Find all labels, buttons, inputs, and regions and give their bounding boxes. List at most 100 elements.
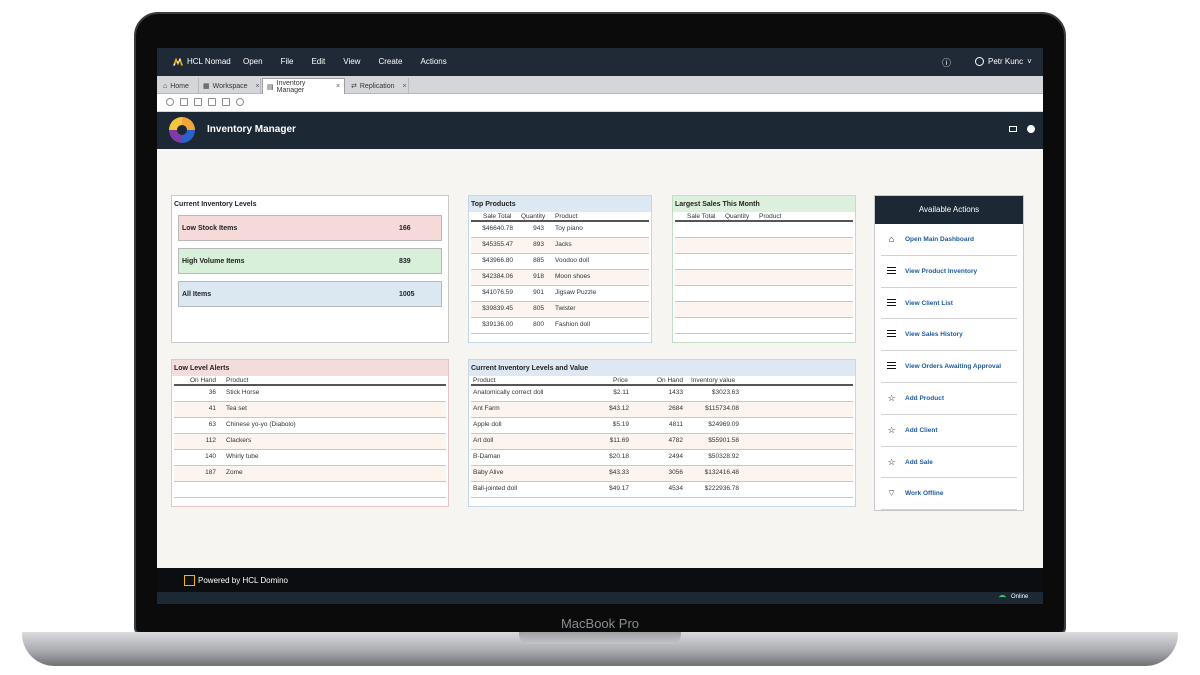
share-icon[interactable] xyxy=(222,98,230,106)
kpi-low-stock[interactable]: Low Stock Items 166 xyxy=(178,215,442,241)
kpi-all-items[interactable]: All Items 1005 xyxy=(178,281,442,307)
table-row[interactable]: $46640.78 943 Toy piano xyxy=(471,222,649,238)
action-view-orders-awaiting-approval[interactable]: View Orders Awaiting Approval xyxy=(881,351,1017,383)
table-row[interactable] xyxy=(174,482,446,498)
column-header[interactable]: Sale Total xyxy=(483,213,511,220)
action-label: View Client List xyxy=(905,299,953,307)
table-row[interactable]: Apple doll $5.19 4811 $24969.09 xyxy=(471,418,853,434)
table-row[interactable] xyxy=(675,302,853,318)
action-open-main-dashboard[interactable]: ⌂ Open Main Dashboard xyxy=(881,224,1017,256)
tab-replication[interactable]: ⇄ Replication × xyxy=(347,78,409,94)
tab-label: Inventory Manager xyxy=(276,79,306,94)
column-header[interactable]: Product xyxy=(473,377,495,384)
table-cell: Baby Alive xyxy=(473,469,504,476)
table-row[interactable]: Baby Alive $43.33 3056 $132416.48 xyxy=(471,466,853,482)
table-row[interactable]: Anatomically correct doll $2.11 1433 $3023.… xyxy=(471,386,853,402)
table-row[interactable]: Art doll $11.69 4782 $55901.58 xyxy=(471,434,853,450)
menu-create[interactable]: Create xyxy=(378,57,402,66)
table-cell: Zome xyxy=(226,469,243,476)
table-cell: $5.19 xyxy=(612,421,629,428)
table-row[interactable]: Ant Farm $43.12 2684 $115734.08 xyxy=(471,402,853,418)
table-row[interactable] xyxy=(675,254,853,270)
column-header[interactable]: On Hand xyxy=(657,377,683,384)
low-level-alerts-card: Low Level Alerts On Hand Product 36 Stick… xyxy=(171,359,449,507)
table-row[interactable]: $41076.59 901 Jigsaw Puzzle xyxy=(471,286,649,302)
tab-inventory-manager[interactable]: ▤ Inventory Manager × xyxy=(262,78,345,94)
action-work-offline[interactable]: ⌔ Work Offline xyxy=(881,478,1017,511)
action-add-sale[interactable]: ☆ Add Sale xyxy=(881,447,1017,479)
comment-icon[interactable] xyxy=(208,98,216,106)
table-row[interactable] xyxy=(675,270,853,286)
main-menu: Open File Edit View Create Actions xyxy=(243,57,465,66)
connection-status[interactable]: Online xyxy=(999,594,1028,600)
table-cell: $2.11 xyxy=(613,389,629,396)
table-row[interactable]: 63 Chinese yo-yo (Diabolo) xyxy=(174,418,446,434)
table-row[interactable]: $39136.00 800 Fashion doll xyxy=(471,318,649,334)
column-header[interactable]: Product xyxy=(759,213,781,220)
tab-home[interactable]: ⌂ Home xyxy=(159,78,199,94)
table-row[interactable]: 41 Tea set xyxy=(174,402,446,418)
action-view-sales-history[interactable]: View Sales History xyxy=(881,319,1017,352)
column-header[interactable]: Sale Total xyxy=(687,213,715,220)
search-icon[interactable] xyxy=(166,98,174,106)
refresh-icon[interactable] xyxy=(236,98,244,106)
action-add-client[interactable]: ☆ Add Client xyxy=(881,415,1017,447)
inventory-header: Inventory Manager xyxy=(157,112,1043,149)
brand[interactable]: HCL Nomad xyxy=(173,57,231,66)
menu-edit[interactable]: Edit xyxy=(311,57,325,66)
column-header[interactable]: Product xyxy=(555,213,577,220)
column-header[interactable]: On Hand xyxy=(190,377,216,384)
table-row[interactable] xyxy=(675,222,853,238)
table-row[interactable]: Ball-jointed doll $49.17 4534 $222936.78 xyxy=(471,482,853,498)
table-cell: $41076.59 xyxy=(482,289,513,296)
kpi-high-volume[interactable]: High Volume Items 839 xyxy=(178,248,442,274)
table-row[interactable] xyxy=(675,286,853,302)
table-row[interactable] xyxy=(675,318,853,334)
action-view-product-inventory[interactable]: View Product Inventory xyxy=(881,256,1017,288)
menu-view[interactable]: View xyxy=(343,57,360,66)
action-view-client-list[interactable]: View Client List xyxy=(881,288,1017,320)
menu-file[interactable]: File xyxy=(281,57,294,66)
tab-workspace[interactable]: ▦ Workspace × xyxy=(199,78,261,94)
close-icon[interactable]: × xyxy=(403,83,407,90)
table-cell: Voodoo doll xyxy=(555,257,589,264)
table-cell: B-Daman xyxy=(473,453,501,460)
database-icon: ▤ xyxy=(267,83,274,91)
table-row[interactable]: 140 Whirly tube xyxy=(174,450,446,466)
action-label: Add Sale xyxy=(905,458,933,466)
current-inventory-card: Current Inventory Levels Low Stock Items… xyxy=(171,195,449,343)
close-icon[interactable]: × xyxy=(336,83,340,90)
help-icon[interactable]: ⓘ xyxy=(942,56,951,69)
footer: Powered by HCL Domino xyxy=(157,568,1043,592)
table-row[interactable]: $42384.06 918 Moon shoes xyxy=(471,270,649,286)
column-header[interactable]: Quantity xyxy=(725,213,749,220)
mail-icon[interactable] xyxy=(1009,126,1017,132)
table-row[interactable]: $39839.45 805 Twister xyxy=(471,302,649,318)
wifi-icon xyxy=(999,594,1006,600)
column-header[interactable]: Inventory value xyxy=(691,377,735,384)
column-header[interactable]: Quantity xyxy=(521,213,545,220)
table-row[interactable] xyxy=(675,238,853,254)
edit-doc-icon[interactable] xyxy=(194,98,202,106)
table-row[interactable]: B-Daman $20.18 2494 $50328.92 xyxy=(471,450,853,466)
new-doc-icon[interactable] xyxy=(180,98,188,106)
table-cell: 140 xyxy=(205,453,216,460)
close-icon[interactable]: × xyxy=(256,83,260,90)
column-header[interactable]: Product xyxy=(226,377,248,384)
menu-actions[interactable]: Actions xyxy=(420,57,446,66)
account-icon[interactable] xyxy=(1027,125,1035,133)
top-products-card: Top Products Sale Total Quantity Product… xyxy=(468,195,652,343)
table-cell: Apple doll xyxy=(473,421,502,428)
table-row[interactable]: 187 Zome xyxy=(174,466,446,482)
card-title: Current Inventory Levels xyxy=(174,201,257,208)
app-screen: HCL Nomad Open File Edit View Create Act… xyxy=(157,48,1043,604)
table-row[interactable]: $45355.47 893 Jacks xyxy=(471,238,649,254)
table-row[interactable]: 112 Clackers xyxy=(174,434,446,450)
action-add-product[interactable]: ☆ Add Product xyxy=(881,383,1017,415)
tab-label: Replication xyxy=(359,82,395,90)
column-header[interactable]: Price xyxy=(613,377,628,384)
table-row[interactable]: 36 Stick Horse xyxy=(174,386,446,402)
user-menu[interactable]: Petr Kunc ˅ xyxy=(975,57,1032,66)
menu-open[interactable]: Open xyxy=(243,57,263,66)
table-row[interactable]: $43966.80 885 Voodoo doll xyxy=(471,254,649,270)
